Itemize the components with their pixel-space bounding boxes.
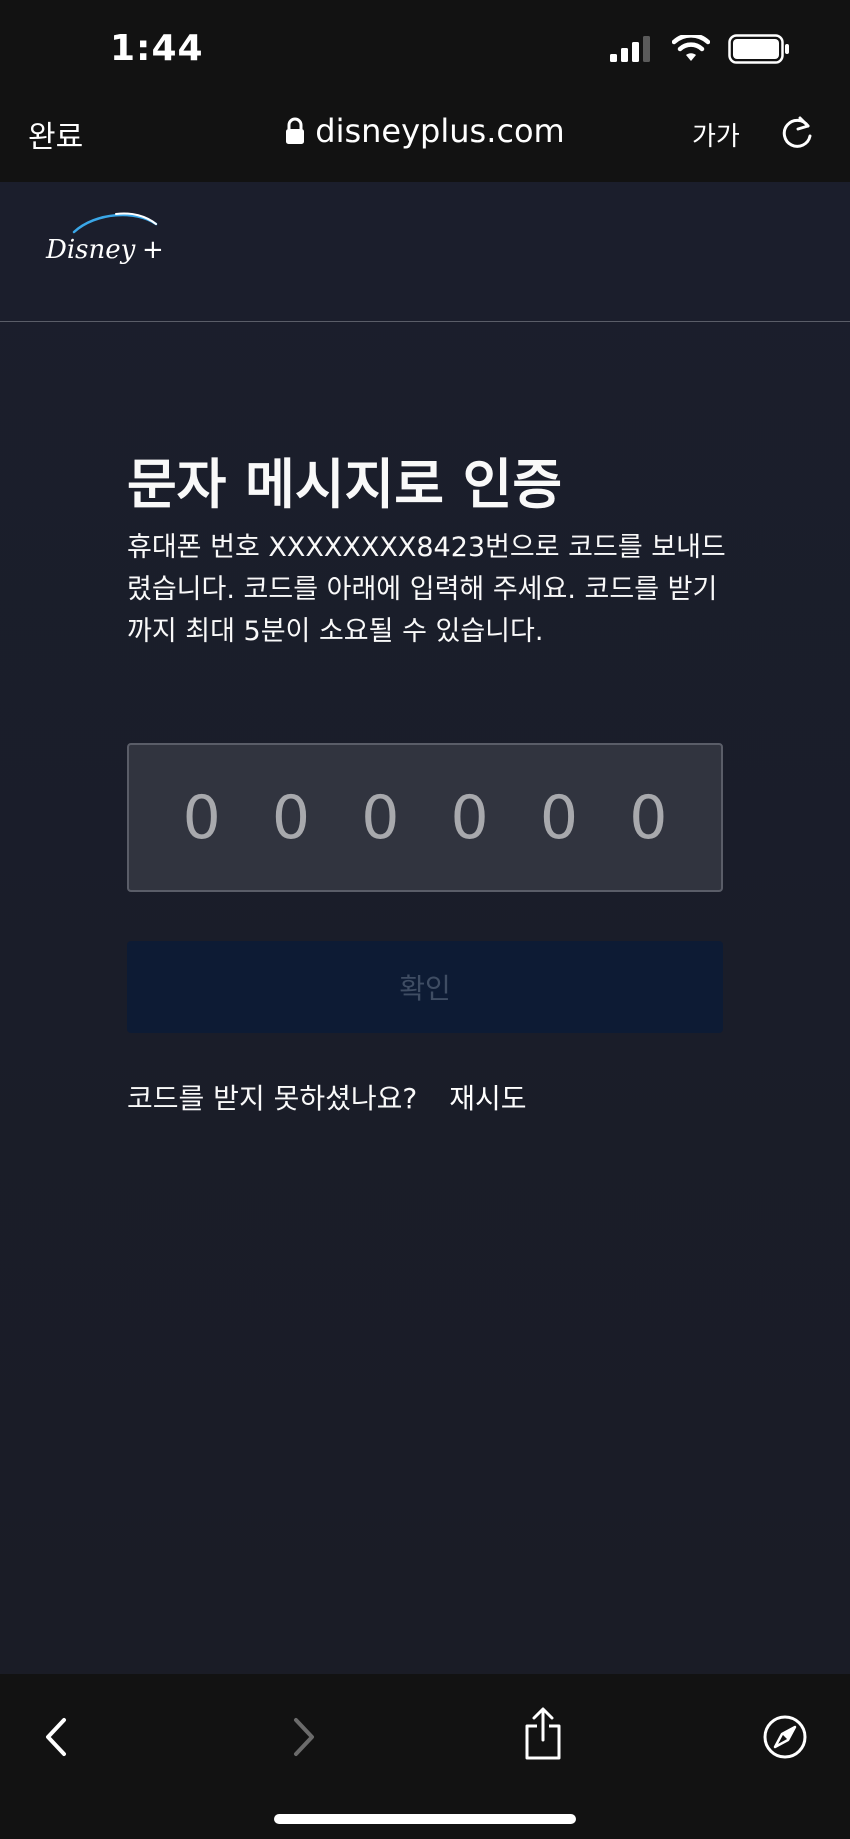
status-time: 1:44	[110, 28, 204, 69]
confirm-button[interactable]: 확인	[127, 941, 723, 1033]
code-digit-4: 0	[450, 782, 489, 853]
svg-text:Disney: Disney	[45, 235, 136, 265]
retry-link[interactable]: 재시도	[449, 1077, 526, 1117]
disney-plus-logo[interactable]: Disney +	[44, 208, 164, 278]
code-digit-1: 0	[182, 782, 221, 853]
battery-icon	[728, 34, 789, 64]
compass-icon	[763, 1715, 807, 1759]
forward-button[interactable]	[278, 1712, 328, 1762]
lock-icon	[286, 117, 305, 144]
page-header: Disney +	[0, 182, 850, 322]
chevron-left-icon	[46, 1718, 66, 1756]
chevron-right-icon	[294, 1718, 314, 1756]
browser-address-bar: 완료 disneyplus.com 가가	[0, 100, 850, 182]
share-button[interactable]	[518, 1704, 568, 1764]
code-digit-3: 0	[361, 782, 400, 853]
resend-prompt: 코드를 받지 못하셨나요?	[127, 1082, 418, 1115]
code-digit-5: 0	[539, 782, 579, 853]
compass-button[interactable]	[760, 1712, 810, 1762]
share-icon	[525, 1707, 561, 1760]
code-digit-2: 0	[271, 782, 311, 853]
reload-icon[interactable]	[780, 112, 816, 152]
back-button[interactable]	[32, 1712, 82, 1762]
code-digit-6: 0	[629, 782, 668, 853]
text-size-button[interactable]: 가가	[692, 116, 740, 153]
home-indicator[interactable]	[274, 1814, 576, 1824]
signal-icon	[610, 36, 650, 62]
verification-description: 휴대폰 번호 XXXXXXXX8423번으로 코드를 보내드렸습니다. 코드를 …	[127, 532, 726, 647]
status-bar: 1:44	[0, 0, 850, 100]
status-icons	[610, 34, 790, 64]
svg-text:+: +	[142, 235, 164, 265]
browser-toolbar	[0, 1674, 850, 1839]
wifi-icon	[672, 35, 710, 61]
verification-code-input[interactable]: 0 0 0 0 0 0	[127, 743, 723, 892]
page-title: 문자 메시지로 인증	[127, 453, 563, 516]
url-text: disneyplus.com	[315, 112, 565, 150]
resend-row: 코드를 받지 못하셨나요? 재시도	[127, 1077, 527, 1117]
web-page-content: Disney + 문자 메시지로 인증 휴대폰 번호 XXXXXXXX8423번…	[0, 182, 850, 1674]
